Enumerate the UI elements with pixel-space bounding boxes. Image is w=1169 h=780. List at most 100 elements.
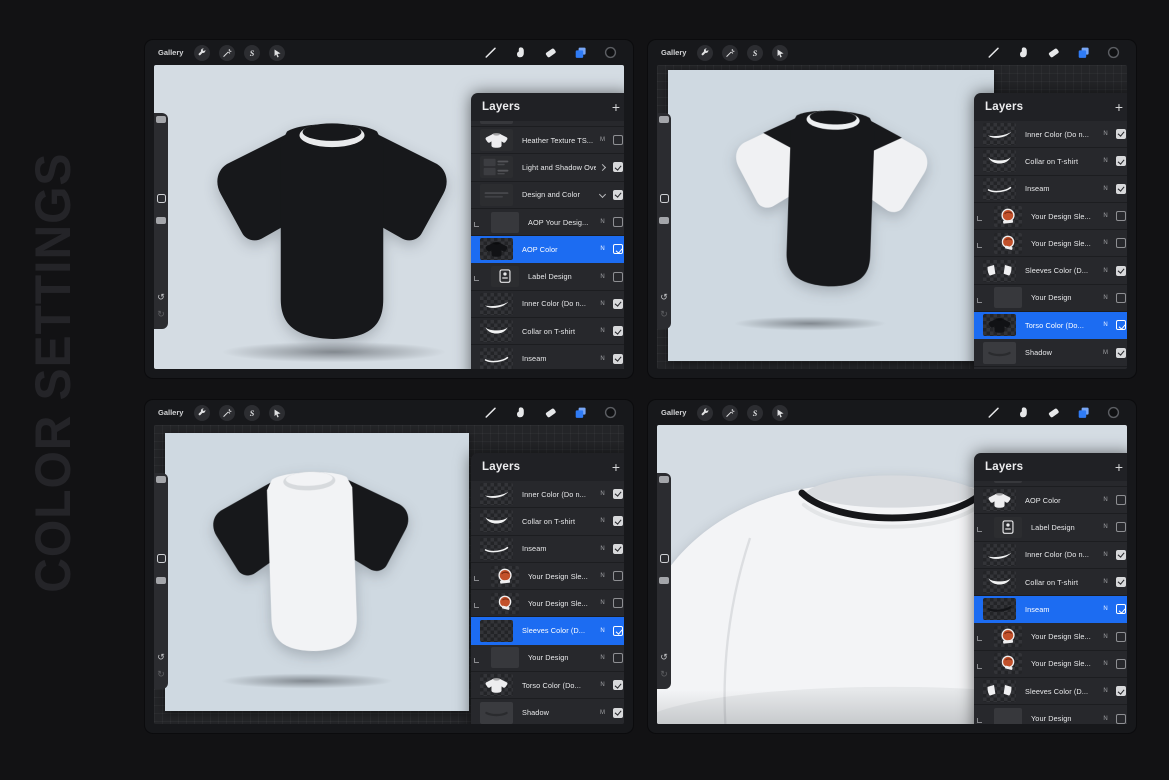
layer-row-torso-color-do[interactable]: Torso Color (Do...N — [974, 312, 1127, 339]
blend-mode-letter[interactable]: N — [1099, 131, 1112, 137]
modify-button[interactable] — [660, 194, 669, 203]
layer-row-sleeves-color-d[interactable]: Sleeves Color (D...N — [974, 257, 1127, 284]
color-circle-icon[interactable] — [604, 406, 617, 419]
layer-row-your-design[interactable]: Your DesignN — [974, 705, 1127, 724]
layer-visibility-checkbox[interactable] — [613, 708, 623, 718]
layer-row-your-design[interactable]: Your DesignN — [974, 285, 1127, 312]
layer-visibility-checkbox[interactable] — [1116, 659, 1126, 669]
layer-visibility-checkbox[interactable] — [1116, 238, 1126, 248]
layer-row-your-design-sle[interactable]: Your Design Sle...N — [471, 590, 624, 617]
layer-visibility-checkbox[interactable] — [1116, 632, 1126, 642]
blend-mode-letter[interactable]: N — [596, 491, 609, 497]
blend-mode-letter[interactable]: N — [596, 573, 609, 579]
transform-arrow-icon[interactable] — [269, 45, 285, 61]
layer-row-shadow[interactable]: ShadowM — [471, 699, 624, 724]
brush-icon[interactable] — [484, 46, 497, 59]
blend-mode-letter[interactable]: N — [1099, 158, 1112, 164]
blend-mode-letter[interactable]: N — [1099, 213, 1112, 219]
smudge-icon[interactable] — [514, 406, 527, 419]
layer-visibility-checkbox[interactable] — [613, 571, 623, 581]
layer-visibility-checkbox[interactable] — [613, 489, 623, 499]
redo-icon[interactable]: ↻ — [657, 310, 671, 319]
layer-visibility-checkbox[interactable] — [1116, 348, 1126, 358]
blend-mode-letter[interactable]: N — [1099, 268, 1112, 274]
eraser-icon[interactable] — [544, 406, 557, 419]
layer-visibility-checkbox[interactable] — [1116, 211, 1126, 221]
layer-row-inseam[interactable]: InseamN — [974, 596, 1127, 623]
gallery-button[interactable]: Gallery — [661, 408, 686, 417]
layer-visibility-checkbox[interactable] — [1116, 184, 1126, 194]
brush-icon[interactable] — [987, 46, 1000, 59]
blend-mode-letter[interactable]: N — [596, 655, 609, 661]
layer-visibility-checkbox[interactable] — [613, 299, 623, 309]
chevron-down-icon[interactable] — [596, 192, 609, 197]
actions-wrench-icon[interactable] — [697, 45, 713, 61]
modify-button[interactable] — [157, 554, 166, 563]
transform-arrow-icon[interactable] — [772, 405, 788, 421]
blend-mode-letter[interactable]: N — [1099, 716, 1112, 722]
layer-row-your-design-sle[interactable]: Your Design Sle...N — [974, 230, 1127, 257]
canvas-workspace[interactable]: ↺ ↻ Layers + Inner Color (Do n...NCollar… — [657, 65, 1127, 369]
color-circle-icon[interactable] — [1107, 46, 1120, 59]
smudge-icon[interactable] — [1017, 46, 1030, 59]
brush-size-slider[interactable] — [156, 116, 166, 123]
layer-visibility-checkbox[interactable] — [613, 190, 623, 200]
layer-visibility-checkbox[interactable] — [1116, 495, 1126, 505]
blend-mode-letter[interactable]: N — [596, 628, 609, 634]
blend-mode-letter[interactable]: M — [596, 137, 609, 143]
blend-mode-letter[interactable]: N — [1099, 688, 1112, 694]
layer-visibility-checkbox[interactable] — [613, 326, 623, 336]
layer-row-collar-on-t-shirt[interactable]: Collar on T-shirtN — [974, 148, 1127, 175]
layer-visibility-checkbox[interactable] — [613, 217, 623, 227]
layers-icon[interactable] — [574, 46, 587, 59]
blend-mode-letter[interactable]: N — [1099, 240, 1112, 246]
canvas-workspace[interactable]: ↺ ↻ Layers + Inner Color (Do n...NCollar… — [154, 425, 624, 724]
layers-icon[interactable] — [1077, 406, 1090, 419]
blend-mode-letter[interactable]: N — [596, 600, 609, 606]
layer-row-label-design[interactable]: Label DesignN — [471, 263, 624, 290]
layer-visibility-checkbox[interactable] — [1116, 266, 1126, 276]
layer-visibility-checkbox[interactable] — [613, 598, 623, 608]
transform-arrow-icon[interactable] — [772, 45, 788, 61]
canvas[interactable]: ↺ ↻ Layers + AOP Your Desig...NAOP Color… — [657, 425, 1127, 724]
blend-mode-letter[interactable]: N — [1099, 606, 1112, 612]
modify-button[interactable] — [157, 194, 166, 203]
adjustments-wand-icon[interactable] — [219, 45, 235, 61]
brush-size-slider[interactable] — [156, 476, 166, 483]
blend-mode-letter[interactable]: N — [1099, 497, 1112, 503]
brush-size-slider[interactable] — [659, 476, 669, 483]
undo-icon[interactable]: ↺ — [657, 653, 671, 662]
layer-row-sleeves-color-d[interactable]: Sleeves Color (D...N — [471, 617, 624, 644]
layer-row-inner-color-do-n[interactable]: Inner Color (Do n...N — [974, 121, 1127, 148]
layer-row-aop-color[interactable]: AOP ColorN — [974, 487, 1127, 514]
blend-mode-letter[interactable]: N — [596, 518, 609, 524]
blend-mode-letter[interactable]: N — [1099, 322, 1112, 328]
layer-row-inner-color-do-n[interactable]: Inner Color (Do n...N — [974, 542, 1127, 569]
add-layer-button[interactable]: + — [612, 460, 620, 474]
undo-icon[interactable]: ↺ — [154, 653, 168, 662]
layer-row-your-design[interactable]: Your DesignN — [471, 645, 624, 672]
layer-visibility-checkbox[interactable] — [1116, 550, 1126, 560]
layer-row-shadow[interactable]: ShadowM — [974, 339, 1127, 366]
layer-visibility-checkbox[interactable] — [1116, 714, 1126, 724]
layer-visibility-checkbox[interactable] — [1116, 604, 1126, 614]
blend-mode-letter[interactable]: N — [596, 301, 609, 307]
gallery-button[interactable]: Gallery — [661, 48, 686, 57]
layer-row-collar-on-t-shirt[interactable]: Collar on T-shirtN — [471, 508, 624, 535]
canvas[interactable]: ↺ ↻ Layers + Heather Texture TS...MLight… — [154, 65, 624, 369]
transform-arrow-icon[interactable] — [269, 405, 285, 421]
layer-visibility-checkbox[interactable] — [613, 653, 623, 663]
layer-visibility-checkbox[interactable] — [613, 244, 623, 254]
layer-visibility-checkbox[interactable] — [613, 354, 623, 364]
layer-row-inner-color-do-n[interactable]: Inner Color (Do n...N — [471, 291, 624, 318]
chevron-right-icon[interactable] — [596, 165, 609, 170]
layer-row-inseam[interactable]: InseamN — [974, 176, 1127, 203]
layer-visibility-checkbox[interactable] — [613, 516, 623, 526]
brush-size-slider[interactable] — [659, 116, 669, 123]
blend-mode-letter[interactable]: N — [1099, 579, 1112, 585]
layer-visibility-checkbox[interactable] — [613, 544, 623, 554]
layer-row-collar-on-t-shirt[interactable]: Collar on T-shirtN — [974, 569, 1127, 596]
layer-visibility-checkbox[interactable] — [1116, 577, 1126, 587]
opacity-slider[interactable] — [659, 217, 669, 224]
opacity-slider[interactable] — [156, 217, 166, 224]
